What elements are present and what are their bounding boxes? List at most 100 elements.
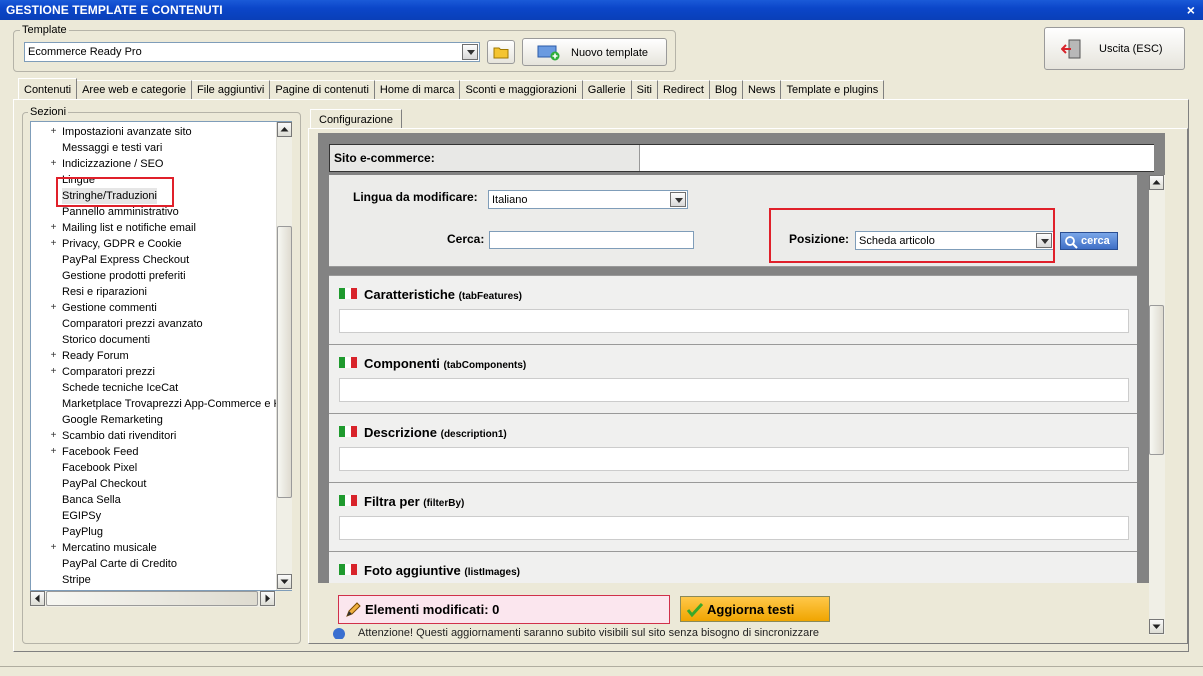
- scroll-up-button[interactable]: [1149, 175, 1164, 190]
- tree-item-label: PayPal Express Checkout: [62, 254, 190, 266]
- language-select[interactable]: Italiano: [488, 190, 688, 209]
- section-title: Caratteristiche (tabFeatures): [364, 287, 522, 302]
- scroll-left-button[interactable]: [30, 591, 45, 606]
- expand-icon[interactable]: +: [49, 124, 58, 140]
- string-section: Filtra per (filterBy): [329, 482, 1137, 551]
- section-title: Descrizione (description1): [364, 425, 507, 440]
- template-select-value: Ecommerce Ready Pro: [28, 46, 142, 58]
- site-bar: Sito e-commerce:: [329, 144, 1154, 172]
- scroll-right-button[interactable]: [260, 591, 275, 606]
- tree-item-label: Facebook Pixel: [62, 462, 138, 474]
- tree-item-label: Comparatori prezzi avanzato: [62, 318, 203, 330]
- section-title-text: Foto aggiuntive: [364, 563, 461, 578]
- tab-template-plugins[interactable]: Template e plugins: [781, 80, 885, 99]
- tree-item-label: Gestione commenti: [62, 302, 157, 314]
- tree-item-label: Ready Forum: [62, 350, 129, 362]
- section-key: (filterBy): [423, 498, 465, 509]
- section-key: (description1): [440, 429, 507, 440]
- expand-icon[interactable]: +: [49, 364, 58, 380]
- tab-news[interactable]: News: [742, 80, 782, 99]
- italian-flag-icon: [339, 495, 357, 506]
- tab-contenuti[interactable]: Contenuti: [18, 78, 78, 99]
- section-title: Foto aggiuntive (listImages): [364, 563, 520, 578]
- arrow-up-icon: [1152, 180, 1161, 185]
- folder-icon: [493, 47, 509, 59]
- window-title-bar: GESTIONE TEMPLATE E CONTENUTI ×: [0, 0, 1203, 20]
- add-template-icon: [537, 45, 560, 61]
- sections-tree-hscrollbar[interactable]: [30, 591, 276, 607]
- scroll-up-button[interactable]: [277, 122, 292, 137]
- config-scroll-thumb[interactable]: [1149, 305, 1164, 455]
- config-vscrollbar[interactable]: [1149, 175, 1165, 635]
- search-input[interactable]: [489, 231, 694, 249]
- translation-input[interactable]: [339, 309, 1129, 333]
- chevron-down-icon[interactable]: [462, 44, 478, 60]
- translation-input[interactable]: [339, 447, 1129, 471]
- modified-counter-label: Elementi modificati: 0: [365, 602, 500, 617]
- expand-icon[interactable]: +: [49, 444, 58, 460]
- sections-tree-vscrollbar[interactable]: [276, 122, 292, 590]
- pencil-icon: [346, 602, 361, 617]
- tree-item-label: Banca Sella: [62, 494, 121, 506]
- tree-item-label: Facebook Feed: [62, 446, 139, 458]
- new-template-button[interactable]: Nuovo template: [522, 38, 667, 66]
- tab-blog[interactable]: Blog: [709, 80, 743, 99]
- scroll-down-button[interactable]: [277, 574, 292, 589]
- expand-icon[interactable]: +: [49, 348, 58, 364]
- section-title-text: Caratteristiche: [364, 287, 456, 302]
- expand-icon[interactable]: +: [49, 540, 58, 556]
- search-button[interactable]: cerca: [1060, 232, 1118, 250]
- section-key: (tabFeatures): [458, 291, 523, 302]
- scroll-thumb[interactable]: [277, 226, 292, 498]
- expand-icon[interactable]: +: [49, 156, 58, 172]
- exit-button[interactable]: Uscita (ESC): [1044, 27, 1185, 70]
- tab-pagine-contenuti[interactable]: Pagine di contenuti: [270, 80, 375, 99]
- chevron-down-icon[interactable]: [670, 192, 686, 207]
- translation-input[interactable]: [339, 516, 1129, 540]
- section-title: Componenti (tabComponents): [364, 356, 526, 371]
- tab-redirect[interactable]: Redirect: [657, 80, 710, 99]
- scroll-down-button[interactable]: [1149, 619, 1164, 634]
- tree-item-label: EGIPSy: [62, 510, 102, 522]
- italian-flag-icon: [339, 357, 357, 368]
- tree-item-label: PayPal Carte di Credito: [62, 558, 177, 570]
- checkmark-icon: [686, 602, 704, 618]
- translation-input[interactable]: [339, 378, 1129, 402]
- tree-item-label: PayPal Checkout: [62, 478, 147, 490]
- update-texts-button[interactable]: Aggiorna testi: [680, 596, 830, 622]
- tree-item-label: Mercatino musicale: [62, 542, 157, 554]
- tab-aree-web[interactable]: Aree web e categorie: [77, 80, 193, 99]
- expand-icon[interactable]: +: [49, 236, 58, 252]
- tab-home-marca[interactable]: Home di marca: [374, 80, 461, 99]
- open-folder-button[interactable]: [487, 40, 515, 64]
- tree-item-label: Resi e riparazioni: [62, 286, 147, 298]
- sections-group-label: Sezioni: [28, 106, 69, 118]
- arrow-up-icon: [280, 127, 289, 132]
- section-key: (tabComponents): [443, 360, 527, 371]
- tree-item-label: Storico documenti: [62, 334, 151, 346]
- tab-siti[interactable]: Siti: [631, 80, 658, 99]
- tree-item-label: Indicizzazione / SEO: [62, 158, 164, 170]
- hscroll-thumb[interactable]: [46, 591, 258, 606]
- expand-icon[interactable]: +: [49, 428, 58, 444]
- tab-sconti[interactable]: Sconti e maggiorazioni: [460, 80, 583, 99]
- arrow-down-icon: [1152, 624, 1161, 629]
- expand-icon[interactable]: +: [49, 220, 58, 236]
- main-tabs: Contenuti Aree web e categorie File aggi…: [18, 78, 885, 100]
- search-label: Cerca:: [447, 232, 485, 246]
- tab-file-aggiuntivi[interactable]: File aggiuntivi: [192, 80, 271, 99]
- expand-icon[interactable]: +: [49, 300, 58, 316]
- site-value-area: [639, 145, 1154, 171]
- tab-gallerie[interactable]: Gallerie: [582, 80, 632, 99]
- template-select[interactable]: Ecommerce Ready Pro: [24, 42, 480, 62]
- language-label: Lingua da modificare:: [353, 190, 478, 204]
- tree-item-label: Privacy, GDPR e Cookie: [62, 238, 182, 250]
- template-group-label: Template: [20, 24, 69, 36]
- section-title-text: Descrizione: [364, 425, 437, 440]
- close-icon[interactable]: ×: [1187, 0, 1195, 20]
- tab-configurazione[interactable]: Configurazione: [310, 109, 402, 129]
- arrow-right-icon: [265, 594, 270, 603]
- italian-flag-icon: [339, 564, 357, 575]
- italian-flag-icon: [339, 288, 357, 299]
- string-section: Foto aggiuntive (listImages): [329, 551, 1137, 583]
